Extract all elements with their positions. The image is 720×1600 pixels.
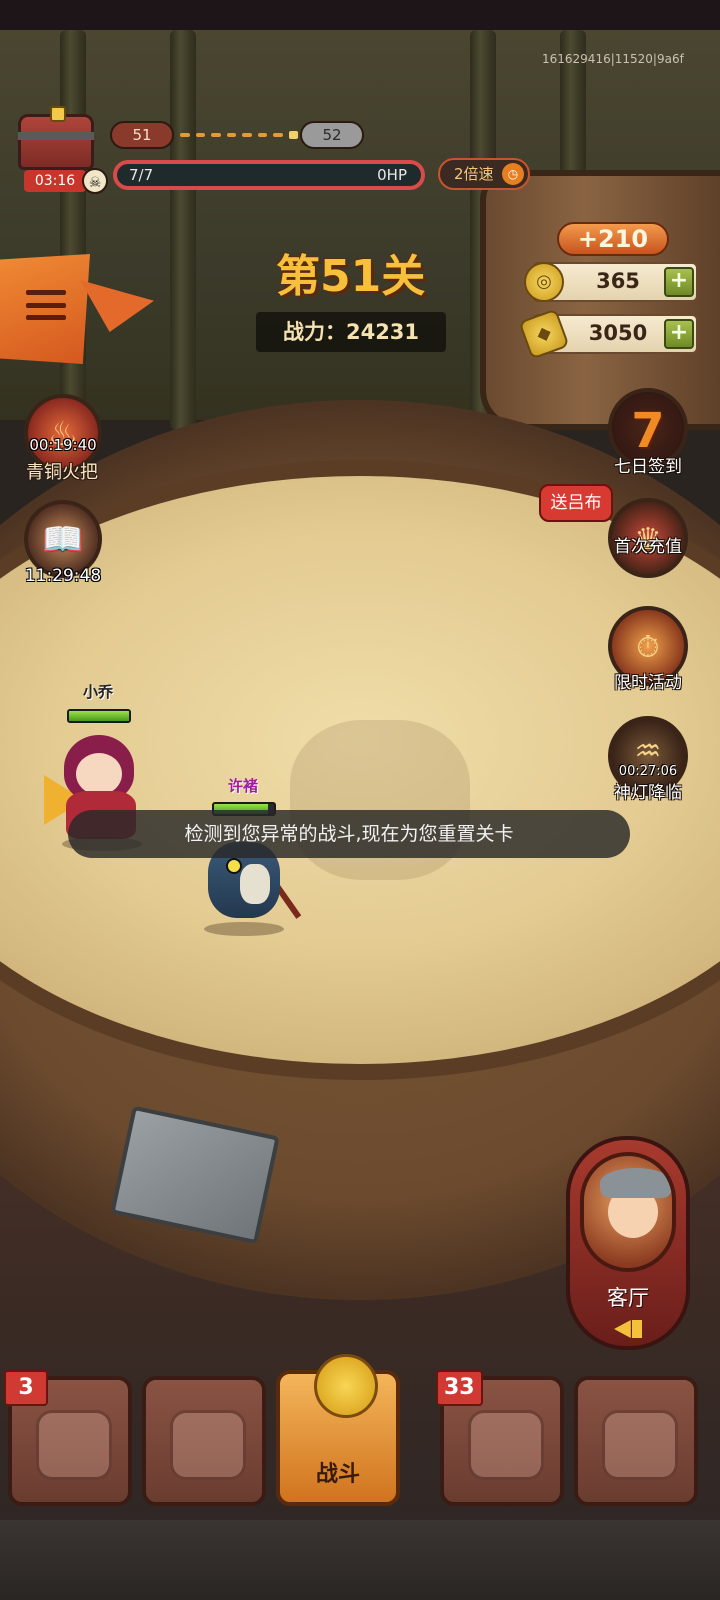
speed-label: 2倍速	[454, 165, 494, 183]
skull-icon: ☠	[82, 168, 108, 194]
speed-toggle-button[interactable]: 2倍速 ◷	[438, 158, 530, 190]
recharge-label: 首次充值	[614, 537, 682, 557]
status-bar	[0, 0, 720, 30]
ally-hp-fill	[69, 711, 129, 721]
lobby-label: 客厅	[607, 1286, 649, 1310]
next-level-pill: 52	[300, 121, 364, 149]
ally-hp-bar	[67, 709, 131, 723]
progress-dot	[257, 133, 267, 137]
nav-tab-map[interactable]	[574, 1376, 698, 1506]
bamboo-pole	[170, 30, 196, 430]
stage-title: 第51关	[276, 251, 426, 302]
coin-icon: ◎	[524, 262, 564, 302]
enemy-eye	[226, 858, 242, 874]
lamp-label: 神灯降临	[614, 783, 682, 803]
nav-tab-chest[interactable]: 33	[436, 1370, 564, 1506]
gift-bubble[interactable]: 送吕布	[539, 484, 613, 522]
enemy-shadow	[204, 922, 284, 936]
helmet-icon	[600, 1168, 672, 1198]
torch-label: 青铜火把	[26, 462, 98, 483]
torch-timer: 00:19:40	[29, 436, 97, 454]
ingot-value: 3050	[588, 321, 648, 345]
chest-lock	[50, 106, 66, 122]
combat-power: 战力：24231	[256, 312, 446, 352]
player-hp-bar: 7/7 0HP	[113, 160, 425, 190]
currency-bonus: +210	[557, 222, 669, 256]
level-progress-dots	[180, 131, 298, 139]
progress-dot	[273, 133, 283, 137]
add-coins-button[interactable]: +	[664, 267, 694, 297]
progress-dot	[211, 133, 221, 137]
map-scroll-icon	[602, 1410, 678, 1480]
menu-button[interactable]	[0, 254, 154, 364]
enemy-belly	[240, 864, 270, 904]
bamboo-pole	[60, 30, 86, 430]
enemy-name: 许褚	[227, 777, 258, 795]
progress-dot	[180, 133, 190, 137]
build-id: 161629416|11520|9a6f	[542, 52, 684, 66]
speedometer-icon: ◷	[502, 163, 524, 185]
battle-label: 战斗	[315, 1462, 360, 1487]
chest-band	[18, 132, 94, 140]
lobby-portrait	[580, 1152, 676, 1272]
chest-icon	[468, 1410, 544, 1480]
crossed-axes-icon	[314, 1354, 378, 1418]
character-face	[76, 753, 122, 795]
heroes-badge: 3	[4, 1370, 48, 1406]
hero-helmet-icon	[36, 1410, 112, 1480]
add-ingots-button[interactable]: +	[664, 319, 694, 349]
hamburger-icon	[26, 290, 66, 320]
coin-value: 365	[596, 269, 640, 293]
signin-label: 七日签到	[614, 457, 682, 477]
hp-count: 7/7	[129, 166, 154, 184]
ingot-counter: ◆ 3050 +	[518, 308, 698, 360]
hp-value: 0HP	[377, 166, 407, 184]
limited-event-label: 限时活动	[614, 673, 682, 693]
reset-warning-toast: 检测到您异常的战斗,现在为您重置关卡	[68, 810, 630, 858]
nav-tab-heroes[interactable]: 3	[4, 1370, 132, 1506]
coin-counter: ◎ 365 +	[524, 262, 698, 302]
lamp-timer: 00:27:06	[618, 764, 678, 779]
book-timer: 11:29:48	[24, 566, 102, 586]
arrow-left-bar	[632, 1320, 642, 1338]
chest-timer: 03:16	[24, 170, 86, 192]
progress-dot	[242, 133, 252, 137]
progress-dot	[195, 133, 205, 137]
ally-name: 小乔	[82, 683, 113, 701]
nav-tab-battle[interactable]: 战斗	[276, 1354, 400, 1506]
current-level-pill: 51	[110, 121, 174, 149]
armor-icon	[170, 1410, 246, 1480]
lobby-button[interactable]: 客厅	[566, 1136, 690, 1350]
progress-dot-current	[288, 131, 298, 139]
chest-body	[18, 114, 94, 170]
system-nav-area	[0, 1520, 720, 1600]
nav-tab-armor[interactable]	[142, 1376, 266, 1506]
chest-badge: 33	[436, 1370, 483, 1406]
progress-dot	[226, 133, 236, 137]
